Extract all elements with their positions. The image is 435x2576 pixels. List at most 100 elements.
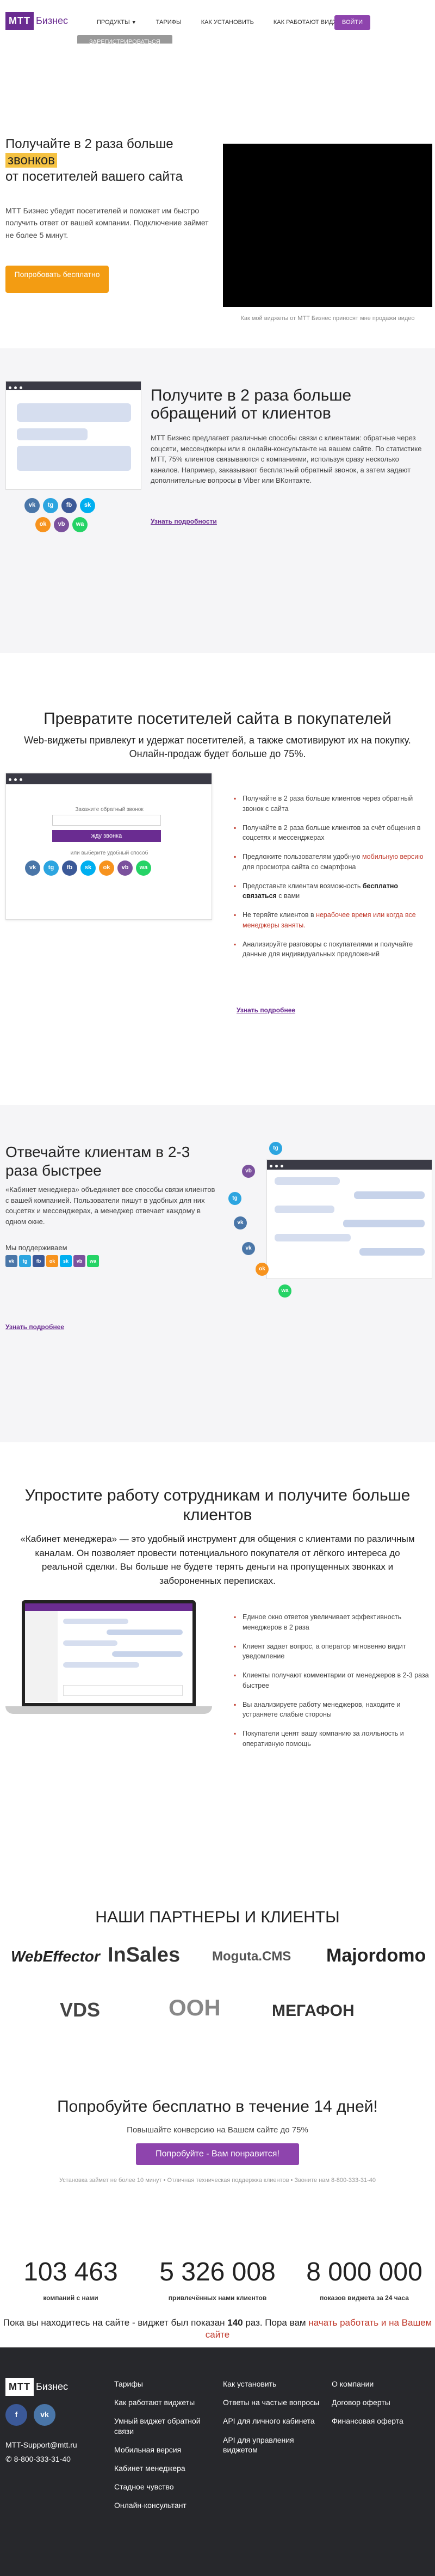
partner-logo-majordomo: Majordomo xyxy=(326,1945,426,1966)
social-links: f vk xyxy=(5,2404,55,2426)
learn-more-link-2[interactable]: Узнать подробнее xyxy=(5,1323,64,1332)
wait-call-button[interactable]: жду звонка xyxy=(52,830,161,842)
telegram-icon: tg xyxy=(19,1255,31,1267)
telegram-icon: tg xyxy=(44,860,59,876)
list-item: Предоставьте клиентам возможность беспла… xyxy=(234,881,430,902)
phone-input[interactable] xyxy=(52,815,161,826)
ok-icon: ok xyxy=(46,1255,58,1267)
footer-link[interactable]: Как установить xyxy=(223,2379,321,2389)
footer-link[interactable]: Финансовая оферта xyxy=(332,2416,430,2426)
list-item: Анализируйте разговоры с покупателями и … xyxy=(234,939,430,960)
simplify-section: Упростите работу сотрудникам и получите … xyxy=(0,1442,435,1889)
ok-icon: ok xyxy=(35,517,51,532)
sec3-subtitle: Web-виджеты привлекут и удержат посетите… xyxy=(24,735,411,760)
footer-link[interactable]: Договор оферты xyxy=(332,2397,430,2407)
trial-section: Попробуйте бесплатно в течение 14 дней! … xyxy=(0,2082,435,2316)
facebook-icon: fb xyxy=(61,498,77,513)
footer-link[interactable]: Как работают виджеты xyxy=(114,2397,212,2407)
viber-icon: vb xyxy=(117,860,133,876)
logo[interactable]: МТТ Бизнес xyxy=(5,12,68,30)
trial-title: Попробуйте бесплатно в течение 14 дней! xyxy=(57,2098,378,2116)
list-item: Получайте в 2 раза больше клиентов через… xyxy=(234,794,430,814)
vk-icon: vk xyxy=(234,1216,247,1229)
form-caption: Закажите обратный звонок xyxy=(75,807,144,813)
cabinet-benefits-list: Единое окно ответов увеличивает эффектив… xyxy=(234,1612,430,1758)
footer-col-3: О компании Договор оферты Финансовая офе… xyxy=(332,2379,430,2435)
nav-products[interactable]: Продукты ▼ xyxy=(87,19,146,27)
partners-section: НАШИ ПАРТНЕРЫ И КЛИЕНТЫ WebEffector InSa… xyxy=(0,1889,435,2082)
sec5-text: «Кабинет менеджера» — это удобный инстру… xyxy=(20,1534,415,1586)
footer-link[interactable]: Кабинет менеджера xyxy=(114,2463,212,2473)
footer: МТТ Бизнес f vk MTT-Support@mtt.ru ✆ 8-8… xyxy=(0,2347,435,2576)
sec2-title: Получите в 2 раза больше обращений от кл… xyxy=(151,386,352,422)
footer-link[interactable]: Онлайн-консультант xyxy=(114,2500,212,2510)
viber-icon: vb xyxy=(54,517,69,532)
login-button[interactable]: Войти xyxy=(334,15,371,30)
laptop-illustration xyxy=(5,1600,212,1720)
footer-phone[interactable]: ✆ 8-800-333-31-40 xyxy=(5,2454,71,2465)
benefits-list: Получайте в 2 раза больше клиентов через… xyxy=(234,794,430,968)
sec4-text: «Кабинет менеджера» объединяет все спосо… xyxy=(5,1185,215,1226)
form-caption-2: или выберите удобный способ xyxy=(70,850,148,856)
nav-install[interactable]: Как установить xyxy=(191,19,264,27)
trial-note: Установка займет не более 10 минут • Отл… xyxy=(59,2177,376,2184)
main-nav: Продукты ▼ Тарифы Как установить Как рабо… xyxy=(87,19,361,27)
partners-title: НАШИ ПАРТНЕРЫ И КЛИЕНТЫ xyxy=(95,1908,340,1926)
footer-link[interactable]: Стадное чувство xyxy=(114,2482,212,2492)
footer-col-1: Тарифы Как работают виджеты Умный виджет… xyxy=(114,2379,212,2519)
footer-link[interactable]: Умный виджет обратной связи xyxy=(114,2416,212,2436)
partner-logo-megafon: МЕГАФОН xyxy=(272,2002,355,2020)
footer-link[interactable]: Ответы на частые вопросы xyxy=(223,2397,321,2407)
try-button[interactable]: Попробуйте - Вам понравится! xyxy=(136,2143,299,2165)
telegram-icon: tg xyxy=(228,1192,241,1205)
faster-response-section: Отвечайте клиентам в 2-3 раза быстрее «К… xyxy=(0,1105,435,1442)
vk-icon: vk xyxy=(24,498,40,513)
viber-icon: vb xyxy=(73,1255,85,1267)
stat-clients: 5 326 008 привлечённых нами клиентов xyxy=(159,2258,276,2302)
footer-link[interactable]: API для личного кабинета xyxy=(223,2416,321,2426)
stats: 103 463 компаний с нами 5 326 008 привле… xyxy=(0,2254,435,2314)
footer-logo[interactable]: МТТ Бизнес xyxy=(5,2378,68,2396)
footer-link[interactable]: Тарифы xyxy=(114,2379,212,2389)
channel-icons: vk tg fb sk xyxy=(24,498,95,513)
video-player[interactable] xyxy=(223,144,432,307)
list-item: Получайте в 2 раза больше клиентов за сч… xyxy=(234,823,430,844)
facebook-icon[interactable]: f xyxy=(5,2404,27,2426)
sec3-title: Превратите посетителей сайта в покупател… xyxy=(44,710,391,728)
viber-icon: vb xyxy=(242,1165,255,1178)
list-item: Клиенты получают комментарии от менеджер… xyxy=(234,1670,430,1691)
phone-icon: ✆ xyxy=(5,2455,14,2463)
form-channel-icons: vk tg fb sk ok vb wa xyxy=(25,860,151,876)
video-caption: Как мой виджеты от МТТ Бизнес приносят м… xyxy=(240,315,415,322)
footer-link[interactable]: API для управления виджетом xyxy=(223,2435,321,2455)
whatsapp-icon: wa xyxy=(136,860,151,876)
logo-text: Бизнес xyxy=(35,15,69,26)
vk-icon[interactable]: vk xyxy=(34,2404,55,2426)
list-item: Не теряйте клиентов в нерабочее время ил… xyxy=(234,910,430,931)
list-item: Вы анализируете работу менеджеров, наход… xyxy=(234,1700,430,1720)
list-item: Покупатели ценят вашу компанию за лояльн… xyxy=(234,1729,430,1749)
hero-title: Получайте в 2 раза больше звонков от пос… xyxy=(5,137,183,184)
more-details-link[interactable]: Узнать подробности xyxy=(151,517,217,526)
header: МТТ Бизнес Продукты ▼ Тарифы Как установи… xyxy=(0,0,435,50)
footer-col-2: Как установить Ответы на частые вопросы … xyxy=(223,2379,321,2463)
footer-link[interactable]: Мобильная версия xyxy=(114,2445,212,2455)
partner-logo-moguta: Moguta.CMS xyxy=(212,1949,291,1964)
partner-logo-vds: VDS xyxy=(60,1999,101,2021)
telegram-icon: tg xyxy=(43,498,58,513)
learn-more-link[interactable]: Узнать подробнее xyxy=(237,1006,295,1015)
hero-subtitle: МТТ Бизнес убедит посетителей и поможет … xyxy=(5,206,209,239)
footer-email[interactable]: MTT-Support@mtt.ru xyxy=(5,2440,77,2451)
widget-illustration xyxy=(5,381,141,490)
vk-icon: vk xyxy=(5,1255,17,1267)
footer-link[interactable]: О компании xyxy=(332,2379,430,2389)
whatsapp-icon: wa xyxy=(87,1255,99,1267)
ok-icon: ok xyxy=(99,860,114,876)
support-label: Мы поддерживаем xyxy=(5,1244,67,1252)
nav-tariffs[interactable]: Тарифы xyxy=(146,19,191,27)
widget-counter: Пока вы находитесь на сайте - виджет был… xyxy=(0,2316,435,2347)
sec4-title: Отвечайте клиентам в 2-3 раза быстрее xyxy=(5,1143,190,1179)
sec2-text: МТТ Бизнес предлагает различные способы … xyxy=(151,434,422,484)
skype-icon: sk xyxy=(80,498,95,513)
try-free-button[interactable]: Попробовать бесплатно xyxy=(5,266,109,293)
